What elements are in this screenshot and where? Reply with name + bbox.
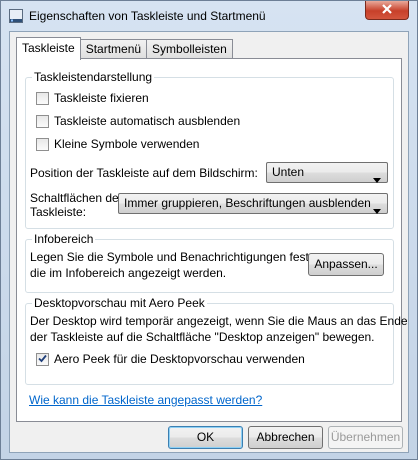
taskbar-buttons-label-line2: Taskleiste: — [30, 205, 87, 219]
lock-taskbar-option[interactable]: Taskleiste fixieren — [36, 91, 149, 105]
autohide-taskbar-label: Taskleiste automatisch ausblenden — [54, 114, 241, 128]
tab-start-menu[interactable]: Startmenü — [79, 39, 148, 59]
notification-area-description-line2: die im Infobereich angezeigt werden. — [30, 266, 227, 280]
tab-strip: Taskleiste Startmenü Symbolleisten — [16, 37, 233, 60]
lock-taskbar-checkbox[interactable] — [36, 91, 49, 105]
taskbar-position-select[interactable]: Unten — [266, 162, 388, 183]
notification-area-group: Infobereich Legen Sie die Symbole und Be… — [25, 232, 394, 293]
aero-peek-option[interactable]: Aero Peek für die Desktopvorschau verwen… — [36, 352, 305, 366]
help-link[interactable]: Wie kann die Taskleiste angepasst werden… — [29, 393, 262, 407]
autohide-taskbar-option[interactable]: Taskleiste automatisch ausblenden — [36, 114, 240, 128]
chevron-down-icon — [373, 170, 381, 189]
group-title-notification-area: Infobereich — [32, 232, 96, 246]
notification-area-description-line1: Legen Sie die Symbole und Benachrichtigu… — [30, 250, 313, 264]
window-title: Eigenschaften von Taskleiste und Startme… — [29, 9, 266, 23]
cancel-button[interactable]: Abbrechen — [248, 426, 323, 449]
properties-window: Eigenschaften von Taskleiste und Startme… — [0, 0, 418, 460]
group-title-appearance: Taskleistendarstellung — [32, 70, 155, 84]
small-icons-option[interactable]: Kleine Symbole verwenden — [36, 137, 199, 151]
close-button[interactable] — [365, 1, 409, 20]
aero-peek-description-line2: der Taskleiste auf die Schaltfläche "Des… — [30, 330, 375, 344]
taskbar-buttons-value: Immer gruppieren, Beschriftungen ausblen… — [124, 196, 371, 210]
customize-button[interactable]: Anpassen... — [308, 253, 384, 276]
group-title-aero-peek: Desktopvorschau mit Aero Peek — [32, 296, 207, 310]
taskbar-position-value: Unten — [272, 165, 305, 179]
tab-toolbars[interactable]: Symbolleisten — [146, 39, 233, 59]
taskbar-appearance-group: Taskleistendarstellung Taskleiste fixier… — [25, 70, 394, 229]
close-icon — [381, 3, 393, 17]
taskbar-buttons-label-line1: Schaltflächen der — [30, 191, 123, 205]
apply-button[interactable]: Übernehmen — [328, 426, 403, 449]
lock-taskbar-label: Taskleiste fixieren — [54, 91, 149, 105]
taskbar-position-label: Position der Taskleiste auf dem Bildschi… — [30, 166, 258, 180]
aero-peek-checkbox[interactable] — [36, 352, 49, 366]
ok-button[interactable]: OK — [168, 426, 243, 449]
aero-peek-description-line1: Der Desktop wird temporär angezeigt, wen… — [30, 314, 408, 328]
taskbar-properties-icon — [9, 9, 23, 23]
autohide-taskbar-checkbox[interactable] — [36, 114, 49, 128]
aero-peek-label: Aero Peek für die Desktopvorschau verwen… — [54, 352, 305, 366]
small-icons-label: Kleine Symbole verwenden — [54, 137, 200, 151]
tab-panel-taskbar: Taskleistendarstellung Taskleiste fixier… — [16, 58, 408, 422]
taskbar-buttons-select[interactable]: Immer gruppieren, Beschriftungen ausblen… — [118, 193, 388, 214]
aero-peek-group: Desktopvorschau mit Aero Peek Der Deskto… — [25, 296, 408, 385]
chevron-down-icon — [373, 201, 381, 220]
checkmark-icon — [38, 352, 47, 366]
small-icons-checkbox[interactable] — [36, 137, 49, 151]
title-bar[interactable]: Eigenschaften von Taskleiste und Startme… — [1, 1, 417, 31]
tab-taskbar[interactable]: Taskleiste — [16, 37, 81, 60]
dialog-client-area: Taskleiste Startmenü Symbolleisten Taskl… — [9, 31, 409, 453]
